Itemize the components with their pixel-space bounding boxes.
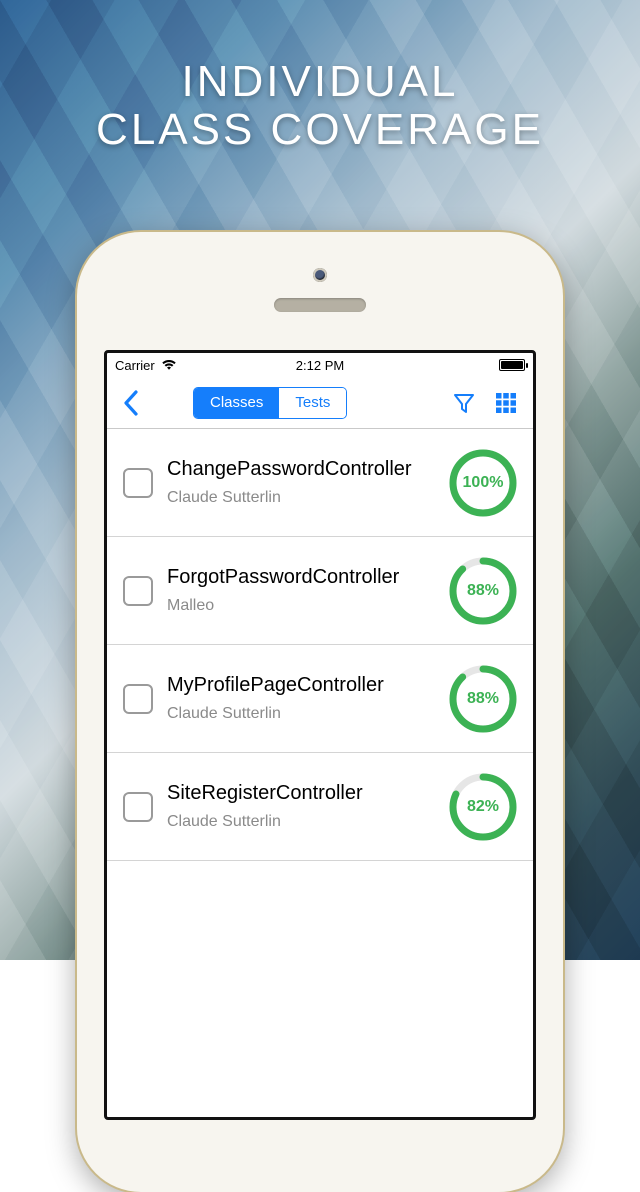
list-item[interactable]: ForgotPasswordController Malleo 88%	[107, 537, 533, 645]
filter-button[interactable]	[447, 383, 481, 423]
grid-icon	[494, 391, 518, 415]
carrier-label: Carrier	[115, 358, 155, 373]
coverage-percent: 82%	[449, 773, 517, 841]
segment-tests[interactable]: Tests	[279, 388, 346, 418]
checkbox[interactable]	[123, 792, 153, 822]
checkbox[interactable]	[123, 576, 153, 606]
nav-bar: Classes Tests	[107, 377, 533, 429]
checkbox[interactable]	[123, 468, 153, 498]
phone-camera	[313, 268, 327, 282]
list-item[interactable]: SiteRegisterController Claude Sutterlin 82…	[107, 753, 533, 861]
phone-top	[77, 254, 563, 350]
list-item[interactable]: MyProfilePageController Claude Sutterlin 8…	[107, 645, 533, 753]
row-text: MyProfilePageController Claude Sutterlin	[167, 674, 435, 723]
segment-classes[interactable]: Classes	[194, 388, 279, 418]
phone-speaker	[274, 298, 366, 312]
coverage-ring: 88%	[449, 665, 517, 733]
headline-line1: INDIVIDUAL	[0, 58, 640, 106]
battery-icon	[499, 359, 525, 371]
headline: INDIVIDUAL CLASS COVERAGE	[0, 58, 640, 153]
back-button[interactable]	[117, 383, 145, 423]
phone-frame: Carrier 2:12 PM Classes Tests	[77, 232, 563, 1192]
chevron-left-icon	[123, 390, 139, 416]
class-title: ChangePasswordController	[167, 458, 435, 481]
row-text: ForgotPasswordController Malleo	[167, 566, 435, 615]
coverage-ring: 82%	[449, 773, 517, 841]
class-author: Malleo	[167, 597, 435, 615]
class-author: Claude Sutterlin	[167, 489, 435, 507]
grid-view-button[interactable]	[489, 383, 523, 423]
coverage-percent: 88%	[449, 557, 517, 625]
class-list[interactable]: ChangePasswordController Claude Sutterlin…	[107, 429, 533, 861]
headline-line2: CLASS COVERAGE	[0, 106, 640, 154]
wifi-icon	[161, 359, 177, 371]
coverage-ring: 88%	[449, 557, 517, 625]
app-screen: Carrier 2:12 PM Classes Tests	[104, 350, 536, 1120]
row-text: ChangePasswordController Claude Sutterlin	[167, 458, 435, 507]
class-title: ForgotPasswordController	[167, 566, 435, 589]
class-title: SiteRegisterController	[167, 782, 435, 805]
class-author: Claude Sutterlin	[167, 813, 435, 831]
funnel-icon	[452, 391, 476, 415]
status-bar: Carrier 2:12 PM	[107, 353, 533, 377]
segmented-control: Classes Tests	[193, 387, 347, 419]
checkbox[interactable]	[123, 684, 153, 714]
class-title: MyProfilePageController	[167, 674, 435, 697]
class-author: Claude Sutterlin	[167, 705, 435, 723]
list-item[interactable]: ChangePasswordController Claude Sutterlin…	[107, 429, 533, 537]
coverage-percent: 100%	[449, 449, 517, 517]
coverage-percent: 88%	[449, 665, 517, 733]
row-text: SiteRegisterController Claude Sutterlin	[167, 782, 435, 831]
coverage-ring: 100%	[449, 449, 517, 517]
clock-label: 2:12 PM	[296, 358, 344, 373]
